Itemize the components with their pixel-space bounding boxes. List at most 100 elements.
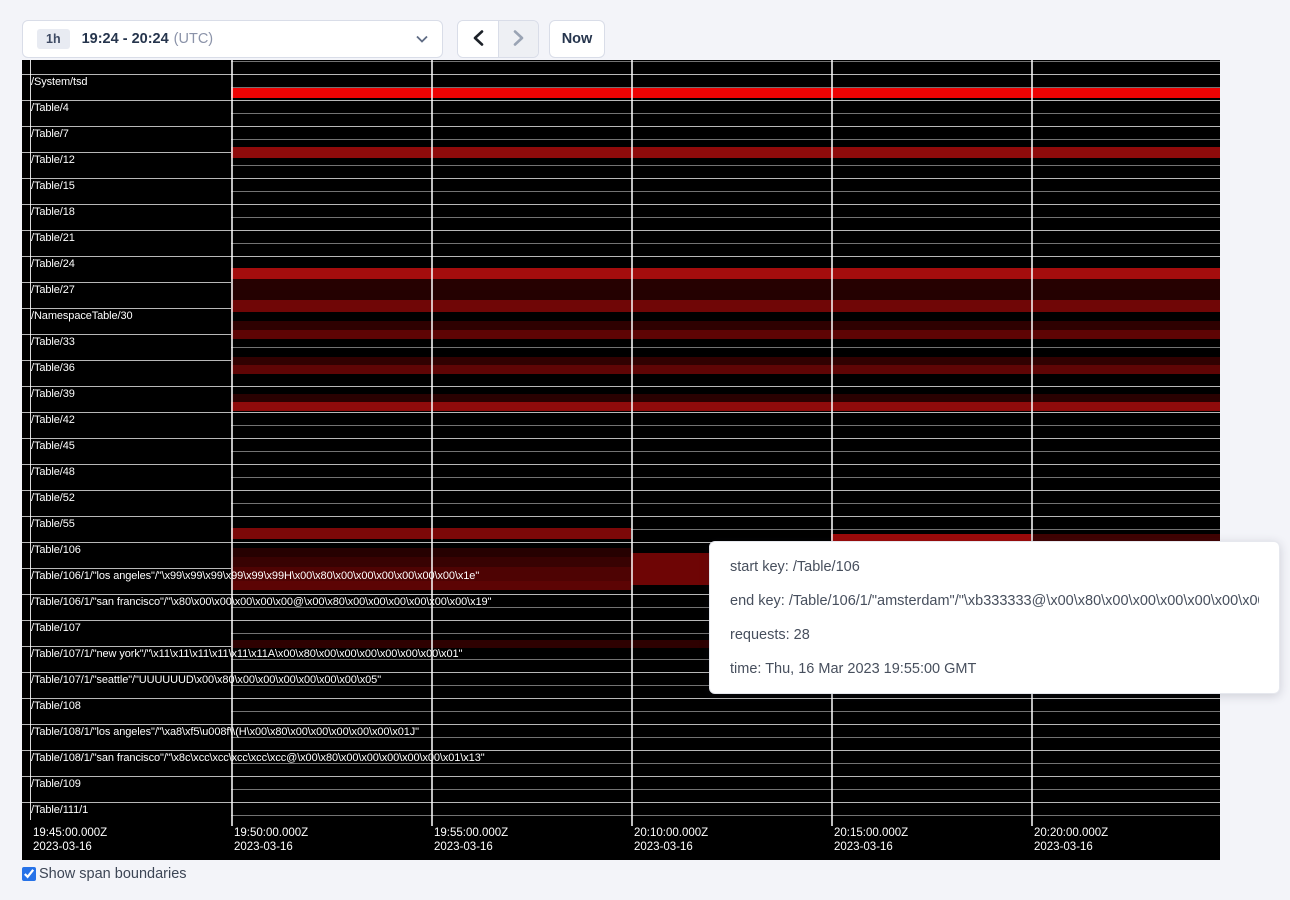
heat-band[interactable] [231,394,1220,402]
span-boundary-line [231,61,1220,62]
tooltip-end-key: end key: /Table/106/1/"amsterdam"/"\xb33… [730,584,1259,618]
heat-band[interactable] [231,300,1220,312]
show-span-boundaries-checkbox[interactable] [22,867,36,881]
time-gridline [231,60,233,826]
span-boundary-line [231,347,1220,348]
heat-band[interactable] [231,88,1220,98]
key-span-label: /Table/36 [31,362,75,374]
key-span-label: /Table/106/1/"san francisco"/"\x80\x00\x… [31,596,491,608]
heat-band[interactable] [231,290,1220,300]
time-axis-tick: 20:10:00.000Z2023-03-16 [634,826,708,854]
key-span-label: /System/tsd [31,76,87,88]
key-span-label: /Table/15 [31,180,75,192]
chevron-right-icon [513,30,524,49]
time-range-label: 19:24 - 20:24 [82,31,169,47]
next-interval-button[interactable] [498,21,538,57]
time-gridline [631,60,633,826]
span-boundary-line [22,386,1220,387]
time-nav-group [457,20,539,58]
key-span-label: /Table/55 [31,518,75,530]
now-button[interactable]: Now [549,20,605,58]
span-boundary-line [231,425,1220,426]
time-range-selector[interactable]: 1h 19:24 - 20:24 (UTC) [22,20,443,58]
span-boundary-line [22,698,1220,699]
key-span-label: /Table/12 [31,154,75,166]
tooltip-time: time: Thu, 16 Mar 2023 19:55:00 GMT [730,652,1259,686]
key-span-label: /Table/4 [31,102,69,114]
heat-band[interactable] [231,147,1220,158]
span-boundary-line [22,750,1220,751]
heat-band[interactable] [231,357,1220,365]
span-boundary-line [231,451,1220,452]
span-boundary-line [22,724,1220,725]
key-span-label: /Table/52 [31,492,75,504]
span-boundary-line [231,789,1220,790]
footer: Show span boundaries [22,866,187,882]
span-boundary-line [22,412,1220,413]
key-span-label: /Table/106 [31,544,81,556]
heat-band[interactable] [231,268,1220,279]
tooltip-start-key: start key: /Table/106 [730,550,1259,584]
span-boundary-line [231,243,1220,244]
span-boundary-line [22,74,1220,75]
key-span-label: /NamespaceTable/30 [31,310,133,322]
chevron-down-icon [416,30,428,48]
chevron-left-icon [473,30,484,49]
time-range-timezone: (UTC) [174,31,213,47]
span-boundary-line [231,191,1220,192]
span-boundary-line [22,802,1220,803]
span-boundary-line [22,438,1220,439]
heat-band[interactable] [231,402,1220,411]
span-boundary-line [22,204,1220,205]
key-span-label: /Table/33 [31,336,75,348]
key-span-label: /Table/27 [31,284,75,296]
span-boundary-line [231,139,1220,140]
key-span-label: /Table/21 [31,232,75,244]
key-span-label: /Table/108/1/"los angeles"/"\xa8\xf5\u00… [31,726,419,738]
key-span-label: /Table/108/1/"san francisco"/"\x8c\xcc\x… [31,752,485,764]
key-span-label: /Table/108 [31,700,81,712]
span-boundary-line [22,490,1220,491]
key-span-label: /Table/48 [31,466,75,478]
heat-band[interactable] [231,365,1220,374]
key-span-label: /Table/18 [31,206,75,218]
span-tooltip: start key: /Table/106 end key: /Table/10… [709,541,1280,694]
span-boundary-line [22,230,1220,231]
span-boundary-line [231,113,1220,114]
heat-band[interactable] [231,321,1220,330]
span-boundary-line [231,503,1220,504]
key-span-label: /Table/39 [31,388,75,400]
heat-band[interactable] [231,330,1220,339]
span-boundary-line [22,516,1220,517]
key-visualizer-heatmap[interactable]: /System/tsd/Table/4/Table/7/Table/12/Tab… [22,60,1220,860]
time-axis-tick: 19:55:00.000Z2023-03-16 [434,826,508,854]
span-boundary-line [231,217,1220,218]
previous-interval-button[interactable] [458,21,498,57]
span-boundary-line [231,711,1220,712]
time-axis-tick: 20:15:00.000Z2023-03-16 [834,826,908,854]
key-visualizer-page: 1h 19:24 - 20:24 (UTC) Now /System/tsd/T… [0,0,1290,900]
key-span-label: /Table/111/1 [31,804,88,816]
key-span-label: /Table/107 [31,622,81,634]
key-span-label: /Table/24 [31,258,75,270]
time-axis-tick: 19:50:00.000Z2023-03-16 [234,826,308,854]
heat-band[interactable] [231,279,1220,290]
span-boundary-line [22,464,1220,465]
span-boundary-line [231,815,1220,816]
key-span-label: /Table/7 [31,128,69,140]
tooltip-requests: requests: 28 [730,618,1259,652]
toolbar: 1h 19:24 - 20:24 (UTC) Now [22,20,605,58]
key-span-label: /Table/106/1/"los angeles"/"\x99\x99\x99… [31,570,479,582]
span-boundary-line [22,256,1220,257]
key-span-label: /Table/107/1/"new york"/"\x11\x11\x11\x1… [31,648,462,660]
time-axis-tick: 19:45:00.000Z2023-03-16 [33,826,107,854]
key-span-label: /Table/45 [31,440,75,452]
time-gridline [431,60,433,826]
time-gridline [1031,60,1033,826]
key-span-label: /Table/42 [31,414,75,426]
span-boundary-line [22,776,1220,777]
key-span-label: /Table/107/1/"seattle"/"UUUUUUD\x00\x80\… [31,674,381,686]
span-boundary-line [231,165,1220,166]
show-span-boundaries-label: Show span boundaries [39,866,187,882]
time-gridline [831,60,833,826]
